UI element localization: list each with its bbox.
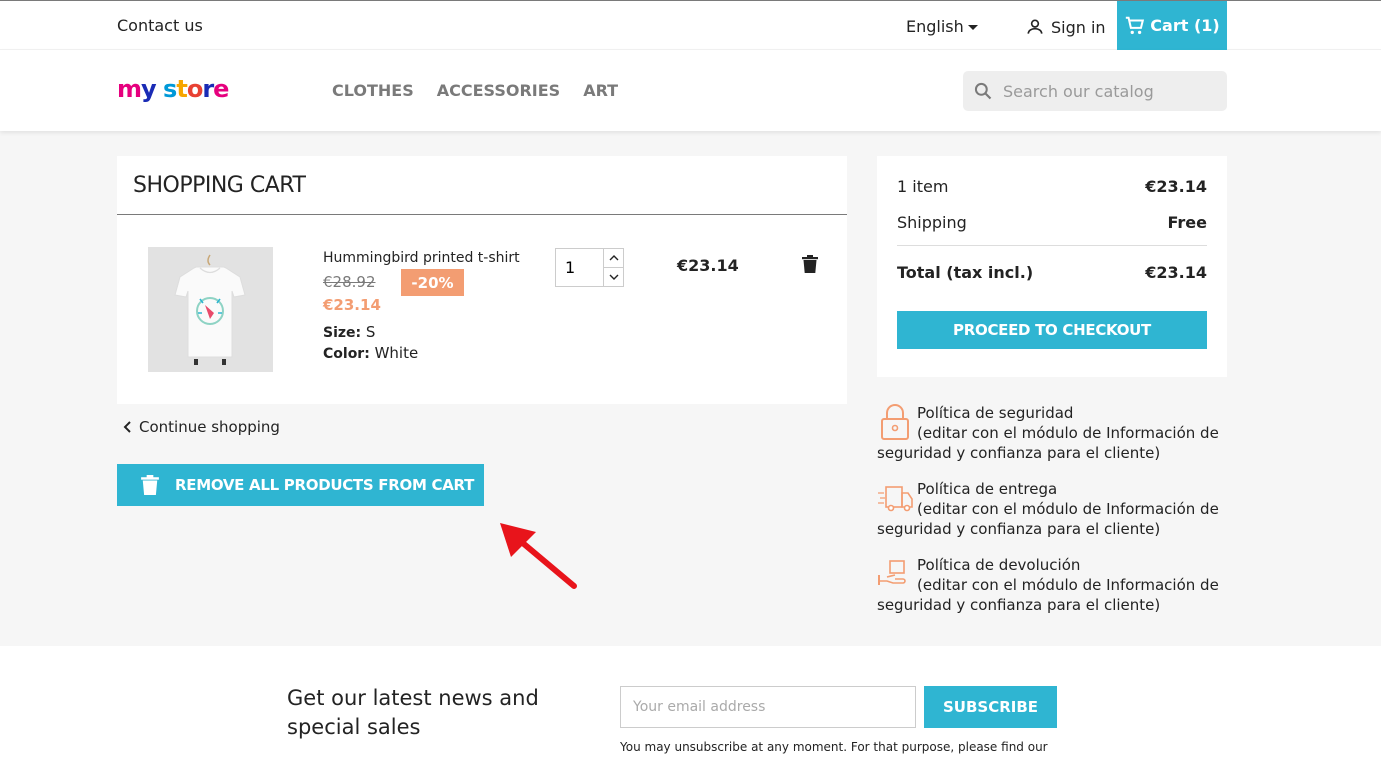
chevron-left-icon bbox=[123, 421, 131, 433]
top-bar: Contact us English Sign in Cart (1) bbox=[0, 0, 1381, 50]
regular-price: €28.92 bbox=[323, 273, 376, 291]
language-selector[interactable]: English bbox=[906, 17, 978, 36]
user-icon bbox=[1027, 19, 1043, 34]
size-label: Size: bbox=[323, 325, 362, 341]
product-price: €23.14 bbox=[323, 296, 381, 314]
cart-button[interactable]: Cart (1) bbox=[1117, 1, 1227, 50]
main-header: my store CLOTHES ACCESSORIES ART bbox=[0, 50, 1381, 131]
summary-total-label: Total (tax incl.) bbox=[897, 263, 1034, 282]
chevron-up-icon bbox=[609, 255, 619, 261]
search-icon[interactable] bbox=[973, 81, 993, 101]
continue-shopping-label: Continue shopping bbox=[139, 418, 280, 436]
reassurance-title: Política de devolución bbox=[917, 556, 1081, 574]
cart-label: Cart (1) bbox=[1150, 16, 1220, 35]
tshirt-image bbox=[174, 254, 246, 365]
shopping-cart-icon bbox=[1126, 16, 1145, 34]
contact-us-link[interactable]: Contact us bbox=[117, 16, 203, 35]
product-color: Color: White bbox=[323, 344, 418, 362]
reassurance-description: (editar con el módulo de Información de … bbox=[877, 500, 1219, 538]
remove-item-button[interactable] bbox=[802, 255, 818, 277]
page-title: SHOPPING CART bbox=[133, 173, 306, 198]
return-hand-icon bbox=[878, 560, 906, 585]
quantity-stepper bbox=[555, 248, 624, 287]
remove-all-products-button[interactable]: REMOVE ALL PRODUCTS FROM CART bbox=[117, 464, 484, 506]
nav-item-clothes[interactable]: CLOTHES bbox=[332, 81, 414, 100]
language-label: English bbox=[906, 17, 964, 36]
summary-shipping-value: Free bbox=[1167, 213, 1208, 232]
remove-all-label: REMOVE ALL PRODUCTS FROM CART bbox=[175, 476, 475, 494]
search-input[interactable] bbox=[1003, 81, 1203, 101]
subscribe-button[interactable]: SUBSCRIBE bbox=[924, 686, 1057, 728]
quantity-decrease-button[interactable] bbox=[603, 267, 624, 286]
reassurance-security: Política de seguridad (editar con el mód… bbox=[877, 403, 1227, 463]
reassurance-description: (editar con el módulo de Información de … bbox=[877, 576, 1219, 614]
newsletter-section: Get our latest news and special sales SU… bbox=[0, 646, 1381, 759]
newsletter-title: Get our latest news and special sales bbox=[287, 686, 539, 739]
trash-icon bbox=[802, 255, 818, 273]
caret-down-icon bbox=[967, 25, 978, 30]
proceed-to-checkout-button[interactable]: PROCEED TO CHECKOUT bbox=[897, 311, 1207, 349]
product-size: Size: S bbox=[323, 323, 375, 341]
reassurance-title: Política de entrega bbox=[917, 480, 1058, 498]
sign-in-link[interactable]: Sign in bbox=[1025, 17, 1106, 37]
size-value: S bbox=[365, 323, 376, 341]
color-label: Color: bbox=[323, 346, 370, 362]
annotation-arrow-icon bbox=[500, 523, 577, 589]
continue-shopping-link[interactable]: Continue shopping bbox=[123, 418, 280, 436]
summary-shipping-label: Shipping bbox=[897, 213, 967, 232]
product-name-link[interactable]: Hummingbird printed t-shirt bbox=[323, 250, 520, 266]
sign-in-label: Sign in bbox=[1051, 17, 1106, 37]
chevron-down-icon bbox=[609, 274, 619, 280]
store-logo[interactable]: my store bbox=[117, 75, 229, 103]
reassurance-returns: Política de devolución (editar con el mó… bbox=[877, 555, 1227, 615]
summary-items-row: 1 item €23.14 bbox=[897, 177, 1207, 196]
trash-icon bbox=[141, 475, 159, 495]
nav-item-accessories[interactable]: ACCESSORIES bbox=[437, 81, 560, 100]
summary-items-value: €23.14 bbox=[1145, 177, 1207, 196]
product-image[interactable] bbox=[148, 247, 273, 372]
newsletter-email-input[interactable] bbox=[620, 686, 916, 728]
delivery-truck-icon bbox=[878, 486, 913, 512]
summary-total-row: Total (tax incl.) €23.14 bbox=[897, 263, 1207, 282]
summary-items-label: 1 item bbox=[897, 177, 949, 196]
search-box bbox=[963, 71, 1227, 111]
lock-icon bbox=[881, 404, 909, 440]
quantity-input[interactable] bbox=[556, 249, 602, 286]
main-nav: CLOTHES ACCESSORIES ART bbox=[332, 81, 618, 100]
divider bbox=[117, 214, 847, 215]
color-value: White bbox=[374, 344, 419, 362]
line-total: €23.14 bbox=[677, 256, 739, 275]
summary-shipping-row: Shipping Free bbox=[897, 213, 1207, 232]
newsletter-note: You may unsubscribe at any moment. For t… bbox=[620, 740, 1048, 754]
quantity-increase-button[interactable] bbox=[603, 249, 624, 268]
reassurance-delivery: Política de entrega (editar con el módul… bbox=[877, 479, 1227, 539]
nav-item-art[interactable]: ART bbox=[583, 81, 618, 100]
discount-badge: -20% bbox=[401, 269, 464, 296]
cart-summary: 1 item €23.14 Shipping Free Total (tax i… bbox=[877, 156, 1227, 377]
reassurance-title: Política de seguridad bbox=[917, 404, 1074, 422]
divider bbox=[897, 245, 1207, 246]
summary-total-value: €23.14 bbox=[1145, 263, 1207, 282]
reassurance-description: (editar con el módulo de Información de … bbox=[877, 424, 1219, 462]
cart-panel: SHOPPING CART Hummingbird printed t-shir… bbox=[117, 156, 847, 404]
